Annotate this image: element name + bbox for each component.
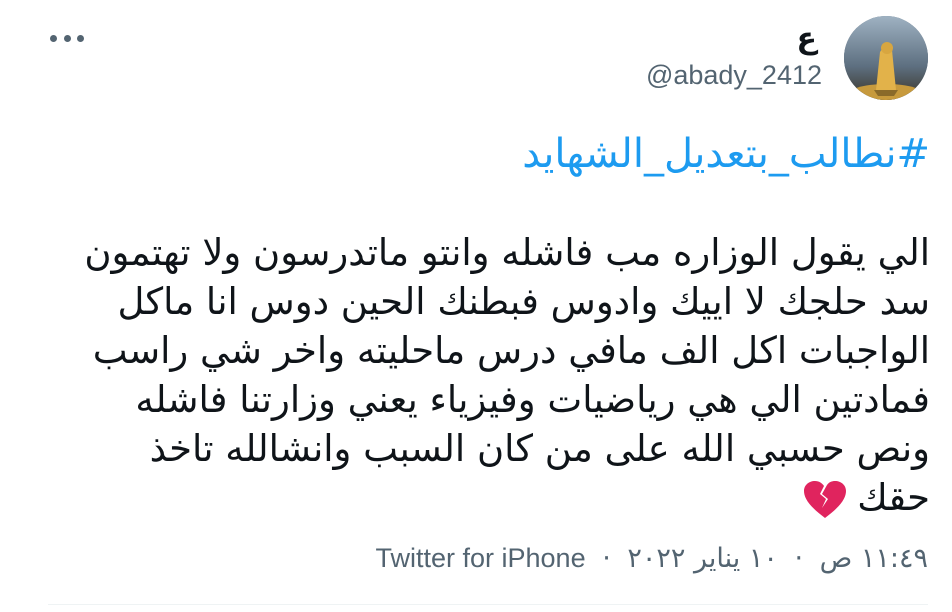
more-dot-icon: [63, 34, 71, 42]
tweet-text-line: فمادتين الي هي رياضيات وفيزياء يعني وزار…: [135, 378, 930, 421]
user-handle[interactable]: @abady_2412: [646, 58, 822, 92]
hashtag-link[interactable]: #نطالب_بتعديل_الشهايد: [522, 128, 930, 180]
tweet-text: الي يقول الوزاره مب فاشله وانتو ماتدرسون…: [50, 228, 930, 522]
tweet-text-line: الي يقول الوزاره مب فاشله وانتو ماتدرسون…: [84, 231, 930, 274]
tweet-meta: ١١:٤٩ ص · ١٠ يناير ٢٠٢٢ · Twitter for iP…: [376, 540, 929, 577]
meta-separator: ·: [794, 543, 804, 574]
tweet-card: ع @abady_2412 #نطالب_بتعديل_الشهايد الي …: [0, 0, 952, 612]
broken-heart-icon: [804, 480, 847, 518]
display-name[interactable]: ع: [797, 22, 818, 56]
divider: [48, 604, 928, 605]
tweet-text-line: الواجبات اكل الف مافي درس ماحليته واخر ش…: [92, 329, 930, 372]
tweet-text-last-line: حقك: [50, 473, 930, 522]
tweet-text-line: ونص حسبي الله على من كان السبب وانشالله …: [149, 427, 930, 470]
tweet-date[interactable]: ١٠ يناير ٢٠٢٢: [627, 543, 778, 574]
tweet-time[interactable]: ١١:٤٩ ص: [820, 543, 928, 574]
more-options-button[interactable]: [50, 28, 84, 48]
more-dot-icon: [50, 34, 57, 42]
avatar[interactable]: [844, 16, 928, 100]
tweet-source[interactable]: Twitter for iPhone: [376, 543, 586, 573]
tweet-text-line: سد حلجك لا اييك وادوس فبطنك الحين دوس ان…: [117, 280, 930, 323]
avatar-image: [844, 16, 928, 100]
tweet-text-word: حقك: [857, 476, 930, 519]
more-dot-icon: [77, 34, 84, 42]
meta-separator: ·: [602, 543, 611, 574]
